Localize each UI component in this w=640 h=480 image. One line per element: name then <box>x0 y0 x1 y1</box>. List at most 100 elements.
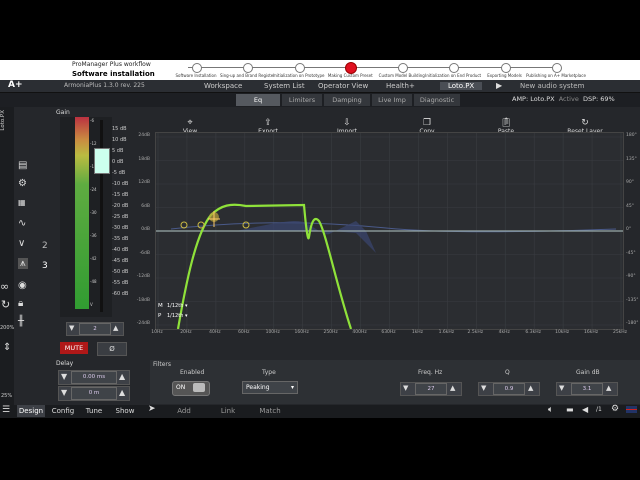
tab-config[interactable]: Config <box>49 405 77 417</box>
delay-ms-decrement[interactable]: ▼ <box>61 372 67 381</box>
eq-graph-svg[interactable] <box>156 133 623 330</box>
delay-m-decrement[interactable]: ▼ <box>61 388 67 397</box>
meter-tool-icon[interactable]: ╫ <box>18 316 24 327</box>
workflow-step-dot[interactable] <box>552 63 562 73</box>
gain-value[interactable]: 2 <box>79 323 111 335</box>
q-decrement[interactable]: ▼ <box>481 384 486 392</box>
y-axis-label: -12dB <box>136 274 150 279</box>
q-spinner[interactable]: ▼ 0.9 ▲ <box>478 382 540 396</box>
eq-graph[interactable] <box>155 132 624 330</box>
q-increment[interactable]: ▲ <box>528 384 533 392</box>
smooth-m-select[interactable]: 1/12th ▾ <box>167 303 187 309</box>
collapse-icon[interactable]: ☰ <box>2 405 10 415</box>
wifi-icon[interactable]: ▬ <box>566 405 574 414</box>
smooth-m-value: 1/12th <box>167 303 184 309</box>
meter-scale-label: -24 <box>90 187 97 192</box>
gain-spinner[interactable]: ▼ 2 ▲ <box>66 322 124 336</box>
gain-db-increment[interactable]: ▲ <box>606 384 611 392</box>
tab-diagnostic[interactable]: Diagnostic <box>414 94 460 106</box>
gain-scale-label: -45 dB <box>112 258 129 264</box>
freq-spinner[interactable]: ▼ 27 ▲ <box>400 382 462 396</box>
y-axis-label: 18dB <box>138 156 150 162</box>
delay-m-spinner[interactable]: ▼ 0 m ▲ <box>58 386 130 401</box>
delay-ms-spinner[interactable]: ▼ 0.00 ms ▲ <box>58 370 130 385</box>
gain-db-value[interactable]: 3.1 <box>571 383 603 395</box>
gain-increment[interactable]: ▲ <box>113 324 118 332</box>
freq-value[interactable]: 27 <box>415 383 447 395</box>
link-icon[interactable]: ∞ <box>0 280 9 293</box>
link-button[interactable]: Link <box>214 405 242 417</box>
type-value: Peaking <box>246 384 270 391</box>
phase-axis-label: 0° <box>626 227 632 232</box>
grid-tool-icon[interactable]: ▦ <box>18 198 26 207</box>
match-button[interactable]: Match <box>255 405 285 417</box>
workflow-title: ProManager Plus workflow <box>72 61 151 68</box>
new-system-label[interactable]: New audio system <box>520 82 584 90</box>
language-flag-icon[interactable] <box>626 406 637 413</box>
gain-label: Gain <box>56 109 70 116</box>
curve-tool-icon[interactable]: ∿ <box>18 218 26 229</box>
tab-eq[interactable]: Eq <box>236 94 280 106</box>
workflow-step-dot[interactable] <box>294 63 305 73</box>
phase-button[interactable]: Ø <box>97 342 127 356</box>
x-axis-label: 10Hz <box>151 330 163 335</box>
menu-operator-view[interactable]: Operator View <box>318 82 368 90</box>
gain-db-decrement[interactable]: ▼ <box>559 384 564 392</box>
prev-page-icon[interactable]: ◀ <box>582 405 588 414</box>
vertical-resize-icon[interactable]: ⇕ <box>3 342 11 353</box>
gain-decrement[interactable]: ▼ <box>69 324 74 332</box>
tool-num-3: 3 <box>42 261 48 271</box>
notch-tool-icon[interactable]: ∨ <box>18 238 25 249</box>
workflow-subtitle: Software installation <box>72 70 155 78</box>
refresh-icon[interactable]: ↻ <box>1 298 10 311</box>
y-axis-label: 0dB <box>141 227 150 232</box>
menu-health[interactable]: Health+ <box>386 82 415 90</box>
eq-node[interactable] <box>197 221 205 229</box>
menu-workspace[interactable]: Workspace <box>204 82 242 90</box>
delay-ms-increment[interactable]: ▲ <box>119 372 125 381</box>
meter-scale-label: -42 <box>90 256 97 261</box>
select-tool-icon[interactable]: ▤ <box>18 160 27 171</box>
lock-icon[interactable]: 🔒︎ <box>18 298 23 309</box>
filter-tool-icon[interactable]: ⩚ <box>18 258 28 269</box>
freq-increment[interactable]: ▲ <box>450 384 455 392</box>
y-axis-label: -6dB <box>139 250 150 256</box>
gain-fader-knob[interactable] <box>94 148 110 174</box>
type-dropdown[interactable]: Peaking ▾ <box>242 381 298 394</box>
tab-design[interactable]: Design <box>17 405 45 417</box>
q-value[interactable]: 0.9 <box>493 383 525 395</box>
filters-title: Filters <box>153 361 171 368</box>
tab-show[interactable]: Show <box>111 405 139 417</box>
add-button[interactable]: Add <box>170 405 198 417</box>
freq-decrement[interactable]: ▼ <box>403 384 408 392</box>
play-icon[interactable]: ▶ <box>496 81 502 90</box>
phase-axis-label: -135° <box>626 297 639 303</box>
app-version: ArmoniaPlus 1.3.0 rev. 225 <box>64 82 145 89</box>
eq-node[interactable] <box>180 221 188 229</box>
tab-limiters[interactable]: Limiters <box>282 94 322 106</box>
delay-m-value[interactable]: 0 m <box>71 387 117 400</box>
speaker-icon[interactable]: 🔈︎ <box>548 405 553 415</box>
menu-system-list[interactable]: System List <box>264 82 305 90</box>
dsp-label: DSP: 69% <box>582 95 615 103</box>
tab-tune[interactable]: Tune <box>81 405 107 417</box>
smooth-p-select[interactable]: 1/12th ▾ <box>167 313 187 319</box>
workflow-step-dot[interactable] <box>192 63 202 73</box>
pointer-icon[interactable]: ➤ <box>148 404 156 414</box>
enabled-value: ON <box>176 384 186 391</box>
workflow-step-dot[interactable] <box>397 63 408 73</box>
tab-damping[interactable]: Damping <box>324 94 370 106</box>
enabled-toggle[interactable]: ON <box>172 381 210 396</box>
status-readout: AMP: Loto.PX Active DSP: 69% <box>512 95 615 103</box>
settings-icon[interactable]: ⚙ <box>611 404 619 414</box>
workflow-step-dot[interactable] <box>500 63 511 73</box>
gain-db-spinner[interactable]: ▼ 3.1 ▲ <box>556 382 618 396</box>
menu-loto-px[interactable]: Loto.PX <box>440 82 483 90</box>
toggle-knob <box>193 383 205 392</box>
delay-m-increment[interactable]: ▲ <box>119 388 125 397</box>
mute-button[interactable]: MUTE <box>60 342 88 354</box>
camera-icon[interactable]: ◉ <box>18 280 27 291</box>
route-tool-icon[interactable]: ⚙ <box>18 178 27 189</box>
tab-live-imp[interactable]: Live Imp <box>372 94 412 106</box>
delay-ms-value[interactable]: 0.00 ms <box>71 371 117 384</box>
